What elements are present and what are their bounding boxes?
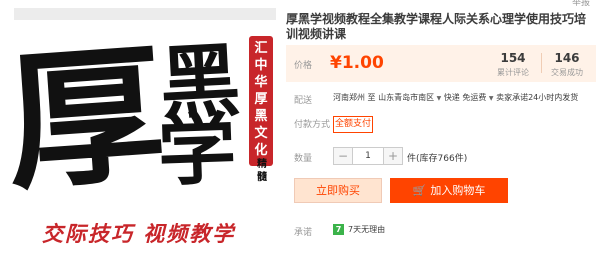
product-title: 厚黑学视频教程全集教学课程人际关系心理学使用技巧培训视频讲课	[286, 12, 587, 41]
price-label: 价格	[294, 61, 313, 71]
quantity-input[interactable]: 1	[352, 148, 384, 164]
chevron-down-icon: ▼	[436, 95, 442, 102]
reviews-stat[interactable]: 154 累计评论	[487, 51, 539, 78]
sales-count: 146	[554, 51, 580, 65]
price-panel: 价格 ¥1.00 154 累计评论 146 交易成功	[286, 45, 596, 82]
side-char: 髓	[257, 172, 267, 183]
sales-stat[interactable]: 146 交易成功	[541, 51, 593, 78]
shipping-label: 配送	[294, 96, 313, 106]
stock-info: 件(库存766件)	[407, 151, 467, 164]
shipping-destination-select[interactable]: 山东青岛市南区 ▼	[378, 93, 441, 102]
reviews-label: 累计评论	[497, 68, 529, 77]
stamp-char: 文	[254, 126, 268, 141]
product-image[interactable]: 厚 黑 学 汇 中 华 厚 黑 文 化 精 髓 交际技巧 视频教学	[0, 0, 276, 262]
quantity-label: 数量	[294, 154, 313, 164]
stamp-char: 汇	[254, 41, 268, 56]
buy-now-button[interactable]: 立即购买	[294, 178, 382, 203]
shipping-from: 河南郑州	[333, 93, 365, 102]
promise-text[interactable]: 7天无理由	[348, 224, 385, 235]
shipping-info: 河南郑州 至 山东青岛市南区 ▼ 快递 免运费 ▼ 卖家承诺24小时内发货	[333, 92, 578, 103]
add-to-cart-button[interactable]: 🛒 加入购物车	[390, 178, 508, 203]
promise-label: 承诺	[294, 228, 313, 238]
payment-method-badge[interactable]: 全额支付	[333, 116, 373, 133]
quantity-unit: 件	[407, 154, 417, 164]
shipping-promise: 卖家承诺24小时内发货	[496, 93, 579, 102]
stamp-char: 华	[254, 75, 268, 90]
quantity-decrease-button[interactable]: −	[334, 148, 352, 164]
shipping-service-select[interactable]: 快递 免运费 ▼	[444, 93, 494, 102]
red-stamp-banner: 汇 中 华 厚 黑 文 化	[249, 36, 273, 166]
image-top-bar	[14, 8, 276, 20]
shipping-to-word: 至	[367, 93, 376, 102]
chevron-down-icon: ▼	[488, 95, 494, 102]
image-slogan: 交际技巧 视频教学	[42, 221, 236, 246]
shipping-service: 快递 免运费	[443, 93, 487, 102]
price-value: ¥1.00	[330, 53, 384, 73]
stamp-char: 黑	[254, 109, 268, 124]
stamp-char: 化	[254, 143, 268, 158]
seven-day-return-icon: 7	[333, 224, 344, 235]
calligraphy-char-xue: 学	[156, 103, 238, 198]
quantity-stepper: − 1 +	[333, 147, 403, 165]
sales-label: 交易成功	[551, 68, 583, 77]
calligraphy-char-hou: 厚	[0, 25, 170, 213]
payment-label: 付款方式	[294, 120, 331, 130]
stock-count: (库存766件)	[416, 154, 468, 164]
stamp-char: 厚	[254, 92, 268, 107]
reviews-count: 154	[500, 51, 526, 65]
add-to-cart-label: 加入购物车	[430, 184, 486, 197]
report-link[interactable]: 举报	[572, 0, 590, 8]
shipping-destination: 山东青岛市南区	[378, 93, 435, 102]
side-char: 精	[257, 159, 267, 170]
quantity-increase-button[interactable]: +	[384, 148, 402, 164]
cart-icon: 🛒	[412, 184, 427, 197]
stamp-char: 中	[254, 58, 268, 73]
side-vertical-text: 精 髓	[253, 158, 271, 184]
